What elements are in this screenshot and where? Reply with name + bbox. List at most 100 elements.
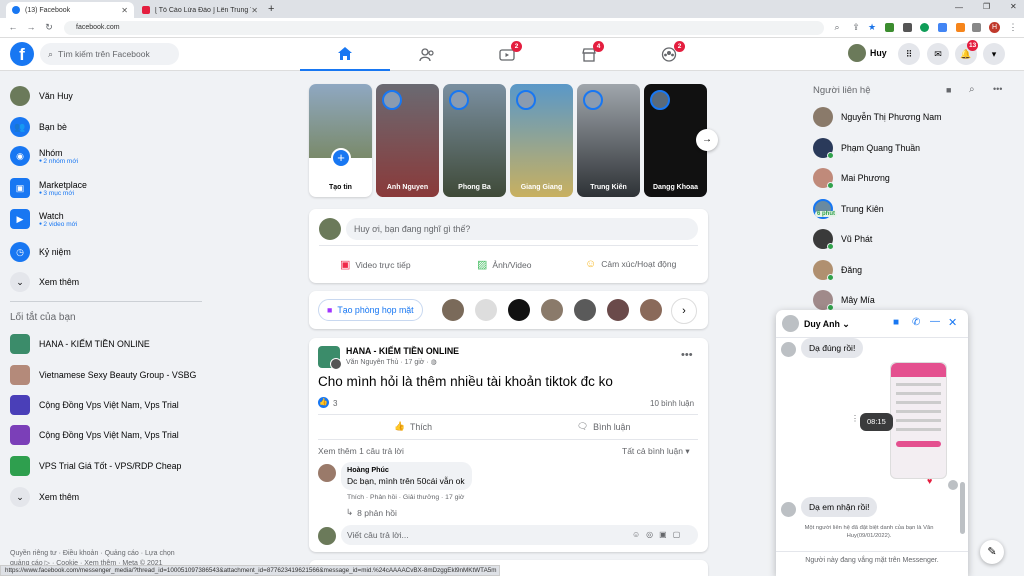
close-chat-icon[interactable]: ✕ xyxy=(948,316,957,329)
comment-button[interactable]: 🗨 Bình luận xyxy=(577,421,630,432)
comment-filter-dropdown[interactable]: Tất cả bình luận ▾ xyxy=(622,446,690,457)
contact-item[interactable]: Nguyễn Thị Phương Nam xyxy=(813,105,942,129)
tab-marketplace[interactable]: 4 xyxy=(544,38,634,71)
extension-icon[interactable] xyxy=(885,23,894,32)
chat-contact-button[interactable]: Duy Anh ⌄ xyxy=(804,319,850,330)
contact-item[interactable]: Trung Kiên xyxy=(813,197,884,221)
tab-groups[interactable]: 2 xyxy=(624,38,714,71)
sidebar-item-groups[interactable]: ◉ Nhóm2 nhóm mới xyxy=(10,143,78,169)
shortcut-item[interactable]: Cộng Đồng Vps Việt Nam, Vps Trial xyxy=(10,392,179,418)
extensions-puzzle-icon[interactable] xyxy=(972,23,981,32)
shortcut-item[interactable]: Cộng Đồng Vps Việt Nam, Vps Trial xyxy=(10,422,179,448)
emoji-icon[interactable]: ☺ xyxy=(632,530,646,539)
facebook-logo-icon[interactable]: f xyxy=(10,42,34,66)
gif-icon[interactable]: ▣ xyxy=(659,530,673,539)
story-card[interactable]: Trung Kiên xyxy=(577,84,640,197)
profile-button[interactable]: Huy xyxy=(848,44,887,62)
avatar[interactable] xyxy=(607,299,629,321)
metamask-icon[interactable] xyxy=(956,23,965,32)
avatar[interactable] xyxy=(475,299,497,321)
back-icon[interactable]: ← xyxy=(8,22,18,32)
avatar[interactable] xyxy=(442,299,464,321)
sidebar-item-see-more[interactable]: ⌄ Xem thêm xyxy=(10,269,79,295)
tab-friends[interactable] xyxy=(382,38,472,71)
chat-scrollbar[interactable] xyxy=(960,482,965,534)
maximize-window-icon[interactable]: ❐ xyxy=(983,2,990,11)
account-button[interactable]: ▾ xyxy=(983,43,1005,65)
close-window-icon[interactable]: ✕ xyxy=(1010,2,1017,11)
message-options-icon[interactable]: ⋮ xyxy=(851,414,859,423)
more-options-icon[interactable]: ••• xyxy=(993,84,1002,94)
post-author-line[interactable]: Văn Nguyên Thủ · 17 giờ · xyxy=(346,359,431,366)
profile-avatar-icon[interactable]: H xyxy=(989,22,1000,33)
feeling-button[interactable]: ☺ Cảm xúc/Hoạt động xyxy=(585,258,676,270)
tab-watch[interactable]: 2 xyxy=(462,38,552,71)
live-video-button[interactable]: ▣ Video trực tiếp xyxy=(340,258,411,271)
more-options-icon[interactable]: ••• xyxy=(681,349,693,361)
post-group-name[interactable]: HANA - KIẾM TIỀN ONLINE xyxy=(346,346,459,356)
menu-button[interactable]: ⠿ xyxy=(898,43,920,65)
reply-tools[interactable]: ☺◎▣▢ xyxy=(632,530,686,539)
image-attachment[interactable] xyxy=(890,362,947,479)
camera-icon[interactable]: ◎ xyxy=(646,530,659,539)
comment-actions[interactable]: Thích · Phản hồi · Giải thưởng · 17 giờ xyxy=(347,494,464,501)
tab-home[interactable] xyxy=(300,38,390,71)
story-card[interactable]: Giang Giang xyxy=(510,84,573,197)
chrome-menu-icon[interactable]: ⋮ xyxy=(1008,22,1018,32)
sticker-icon[interactable]: ▢ xyxy=(673,530,687,539)
reaction-count[interactable]: 3 xyxy=(333,399,337,408)
zoom-icon[interactable]: ⌕ xyxy=(832,22,842,32)
create-story-card[interactable]: + Tạo tin xyxy=(309,84,372,197)
comment-count[interactable]: 10 bình luận xyxy=(650,399,694,408)
sidebar-item-marketplace[interactable]: ▣ Marketplace3 mục mới xyxy=(10,175,87,201)
like-button[interactable]: 👍 Thích xyxy=(394,421,432,432)
shortcut-item[interactable]: VPS Trial Giá Tốt - VPS/RDP Cheap xyxy=(10,453,181,479)
avatar[interactable] xyxy=(508,299,530,321)
create-room-button[interactable]: ■ Tạo phòng họp mặt xyxy=(318,299,423,321)
browser-tab-2[interactable]: [ Tố Cáo Lừa Đảo ] Lên Trung Tâm ✕ xyxy=(136,2,264,18)
rooms-next-button[interactable]: › xyxy=(671,298,697,324)
search-icon[interactable]: ⌕ xyxy=(969,84,975,95)
new-message-button[interactable]: ✎ xyxy=(980,540,1004,564)
like-reaction-icon[interactable]: 👍 xyxy=(318,397,329,408)
new-tab-button[interactable]: + xyxy=(268,3,274,15)
stories-next-button[interactable]: → xyxy=(696,129,718,151)
search-input[interactable]: ⌕ Tìm kiếm trên Facebook xyxy=(40,43,179,65)
avatar[interactable] xyxy=(640,299,662,321)
extension-icon[interactable] xyxy=(938,23,947,32)
avatar[interactable] xyxy=(318,464,336,482)
close-tab-icon[interactable]: ✕ xyxy=(251,6,258,15)
extension-icon[interactable] xyxy=(903,23,912,32)
shortcut-item[interactable]: Vietnamese Sexy Beauty Group - VSBG xyxy=(10,362,196,388)
avatar[interactable] xyxy=(330,358,342,370)
contact-item[interactable]: Mai Phương xyxy=(813,166,890,190)
avatar[interactable] xyxy=(541,299,563,321)
minimize-chat-icon[interactable]: — xyxy=(930,316,940,327)
contact-item[interactable]: Mây Mía xyxy=(813,288,875,312)
comment-author[interactable]: Hoàng Phúc xyxy=(347,465,466,474)
view-replies[interactable]: ↳ 8 phản hồi xyxy=(346,507,397,518)
new-room-icon[interactable]: ■ xyxy=(946,85,951,95)
view-more-replies[interactable]: Xem thêm 1 câu trả lời xyxy=(318,446,404,456)
avatar[interactable] xyxy=(782,315,799,332)
composer-input[interactable]: Huy ơi, bạn đang nghĩ gì thế? xyxy=(346,218,698,240)
sidebar-profile[interactable]: Văn Huy xyxy=(10,83,73,109)
contact-item[interactable]: Vũ Phát xyxy=(813,227,872,251)
shortcut-item[interactable]: HANA - KIẾM TIỀN ONLINE xyxy=(10,331,150,357)
sidebar-item-watch[interactable]: ▶ Watch2 video mới xyxy=(10,206,77,232)
phone-icon[interactable]: ✆ xyxy=(912,317,920,328)
share-icon[interactable]: ⇪ xyxy=(851,22,861,32)
contact-item[interactable]: Đăng xyxy=(813,258,862,282)
heart-reaction-icon[interactable]: ♥ xyxy=(927,476,932,486)
close-tab-icon[interactable]: ✕ xyxy=(121,6,128,15)
bookmark-star-icon[interactable]: ★ xyxy=(867,22,877,32)
footer-links[interactable]: Quyền riêng tư · Điều khoản · Quảng cáo … xyxy=(10,549,195,565)
video-call-icon[interactable]: ■ xyxy=(893,317,899,328)
avatar[interactable] xyxy=(574,299,596,321)
minimize-window-icon[interactable]: — xyxy=(955,3,963,12)
forward-icon[interactable]: → xyxy=(26,22,36,32)
extension-icon[interactable] xyxy=(920,23,929,32)
photo-video-button[interactable]: ▨ Ảnh/Video xyxy=(477,258,531,271)
browser-tab-facebook[interactable]: (13) Facebook ✕ xyxy=(6,2,134,18)
shortcuts-see-more[interactable]: ⌄ Xem thêm xyxy=(10,484,79,510)
